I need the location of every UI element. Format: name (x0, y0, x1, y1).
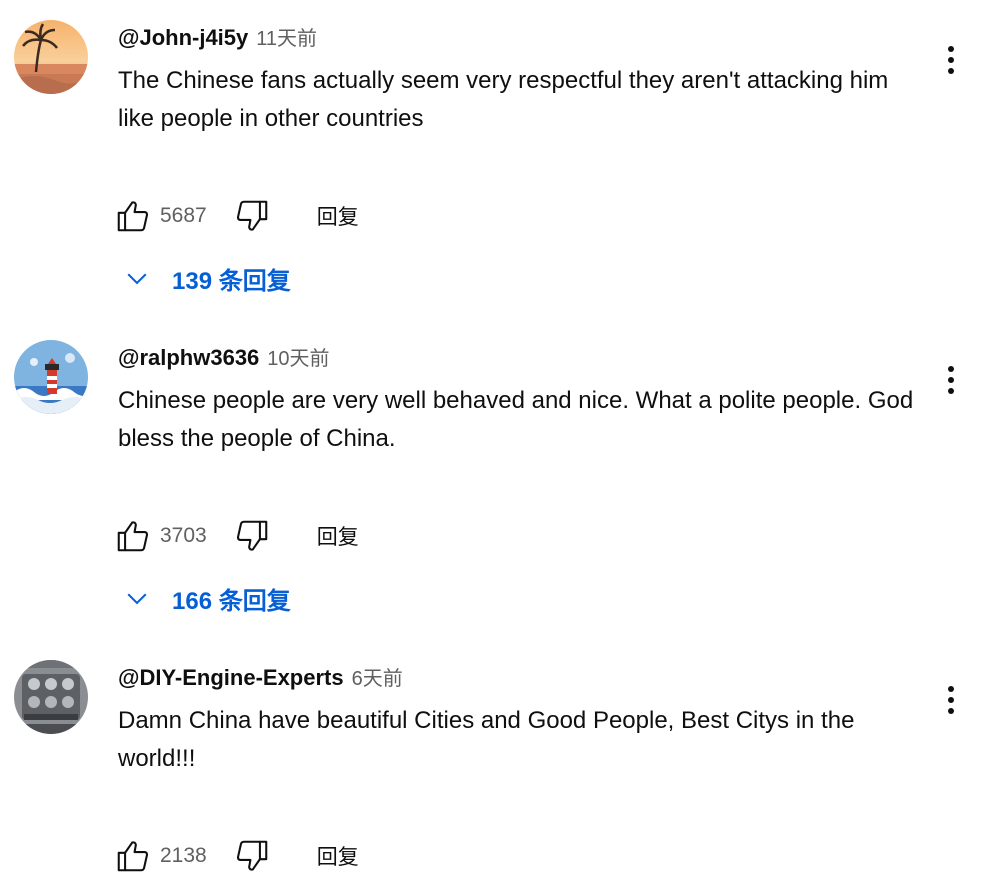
beach-sunset-avatar-icon (14, 20, 88, 94)
reply-button[interactable]: 回复 (317, 201, 359, 231)
more-vert-icon (948, 366, 954, 372)
dislike-button[interactable] (233, 517, 271, 555)
replies-count-label: 139 条回复 (172, 267, 291, 295)
more-vert-icon-dot (948, 68, 954, 74)
comment-actions: 5687 回复 (114, 196, 359, 236)
like-button[interactable] (114, 517, 152, 555)
comment-thread: @DIY-Engine-Experts 6天前 Damn China have b… (0, 660, 997, 881)
reply-button[interactable]: 回复 (317, 841, 359, 871)
view-replies-button[interactable]: 139 条回复 (122, 260, 291, 296)
thumbs-up-icon (117, 841, 148, 872)
comment-author[interactable]: @John-j4i5y (118, 25, 248, 50)
more-vert-icon-dot (948, 708, 954, 714)
avatar[interactable] (14, 340, 88, 414)
comment-text: Damn China have beautiful Cities and Goo… (118, 707, 855, 772)
comment-text: Chinese people are very well behaved and… (118, 387, 914, 452)
lighthouse-avatar-icon (14, 340, 88, 414)
dislike-button[interactable] (233, 197, 271, 235)
comment-actions: 3703 回复 (114, 516, 359, 556)
replies-count-label: 166 条回复 (172, 587, 291, 615)
dislike-button[interactable] (233, 837, 271, 875)
chevron-down-icon (127, 593, 147, 605)
engine-avatar-icon (14, 660, 88, 734)
comment-menu-button[interactable] (936, 680, 966, 720)
avatar[interactable] (14, 660, 88, 734)
comment-header: @DIY-Engine-Experts 6天前 (118, 664, 403, 693)
like-count: 2138 (160, 844, 207, 867)
thumbs-up-icon (117, 201, 148, 232)
view-replies-button[interactable]: 166 条回复 (122, 580, 291, 616)
like-button[interactable] (114, 197, 152, 235)
more-vert-icon-dot (948, 697, 954, 703)
comment-time[interactable]: 6天前 (352, 668, 403, 690)
comment-actions: 2138 回复 (114, 836, 359, 876)
avatar[interactable] (14, 20, 88, 94)
comment-time[interactable]: 11天前 (256, 28, 317, 50)
like-button[interactable] (114, 837, 152, 875)
reply-button[interactable]: 回复 (317, 521, 359, 551)
comment-menu-button[interactable] (936, 360, 966, 400)
comment-thread: @ralphw3636 10天前 Chinese people are very … (0, 340, 997, 615)
comment-time[interactable]: 10天前 (267, 348, 329, 370)
comment-header: @John-j4i5y 11天前 (118, 24, 317, 53)
more-vert-icon (948, 686, 954, 692)
more-vert-icon-dot (948, 388, 954, 394)
thumbs-up-icon (117, 521, 148, 552)
comment-author[interactable]: @DIY-Engine-Experts (118, 665, 344, 690)
comment-text: The Chinese fans actually seem very resp… (118, 67, 889, 132)
comment-header: @ralphw3636 10天前 (118, 344, 330, 373)
more-vert-icon-dot (948, 377, 954, 383)
thumbs-down-icon (236, 200, 267, 231)
thumbs-down-icon (236, 840, 267, 871)
like-count: 5687 (160, 204, 207, 227)
more-vert-icon-dot (948, 57, 954, 63)
comment-menu-button[interactable] (936, 40, 966, 80)
like-count: 3703 (160, 524, 207, 547)
comment-author[interactable]: @ralphw3636 (118, 345, 259, 370)
more-vert-icon (948, 46, 954, 52)
comment-thread: @John-j4i5y 11天前 The Chinese fans actuall… (0, 20, 997, 295)
thumbs-down-icon (236, 520, 267, 551)
chevron-down-icon (127, 273, 147, 285)
